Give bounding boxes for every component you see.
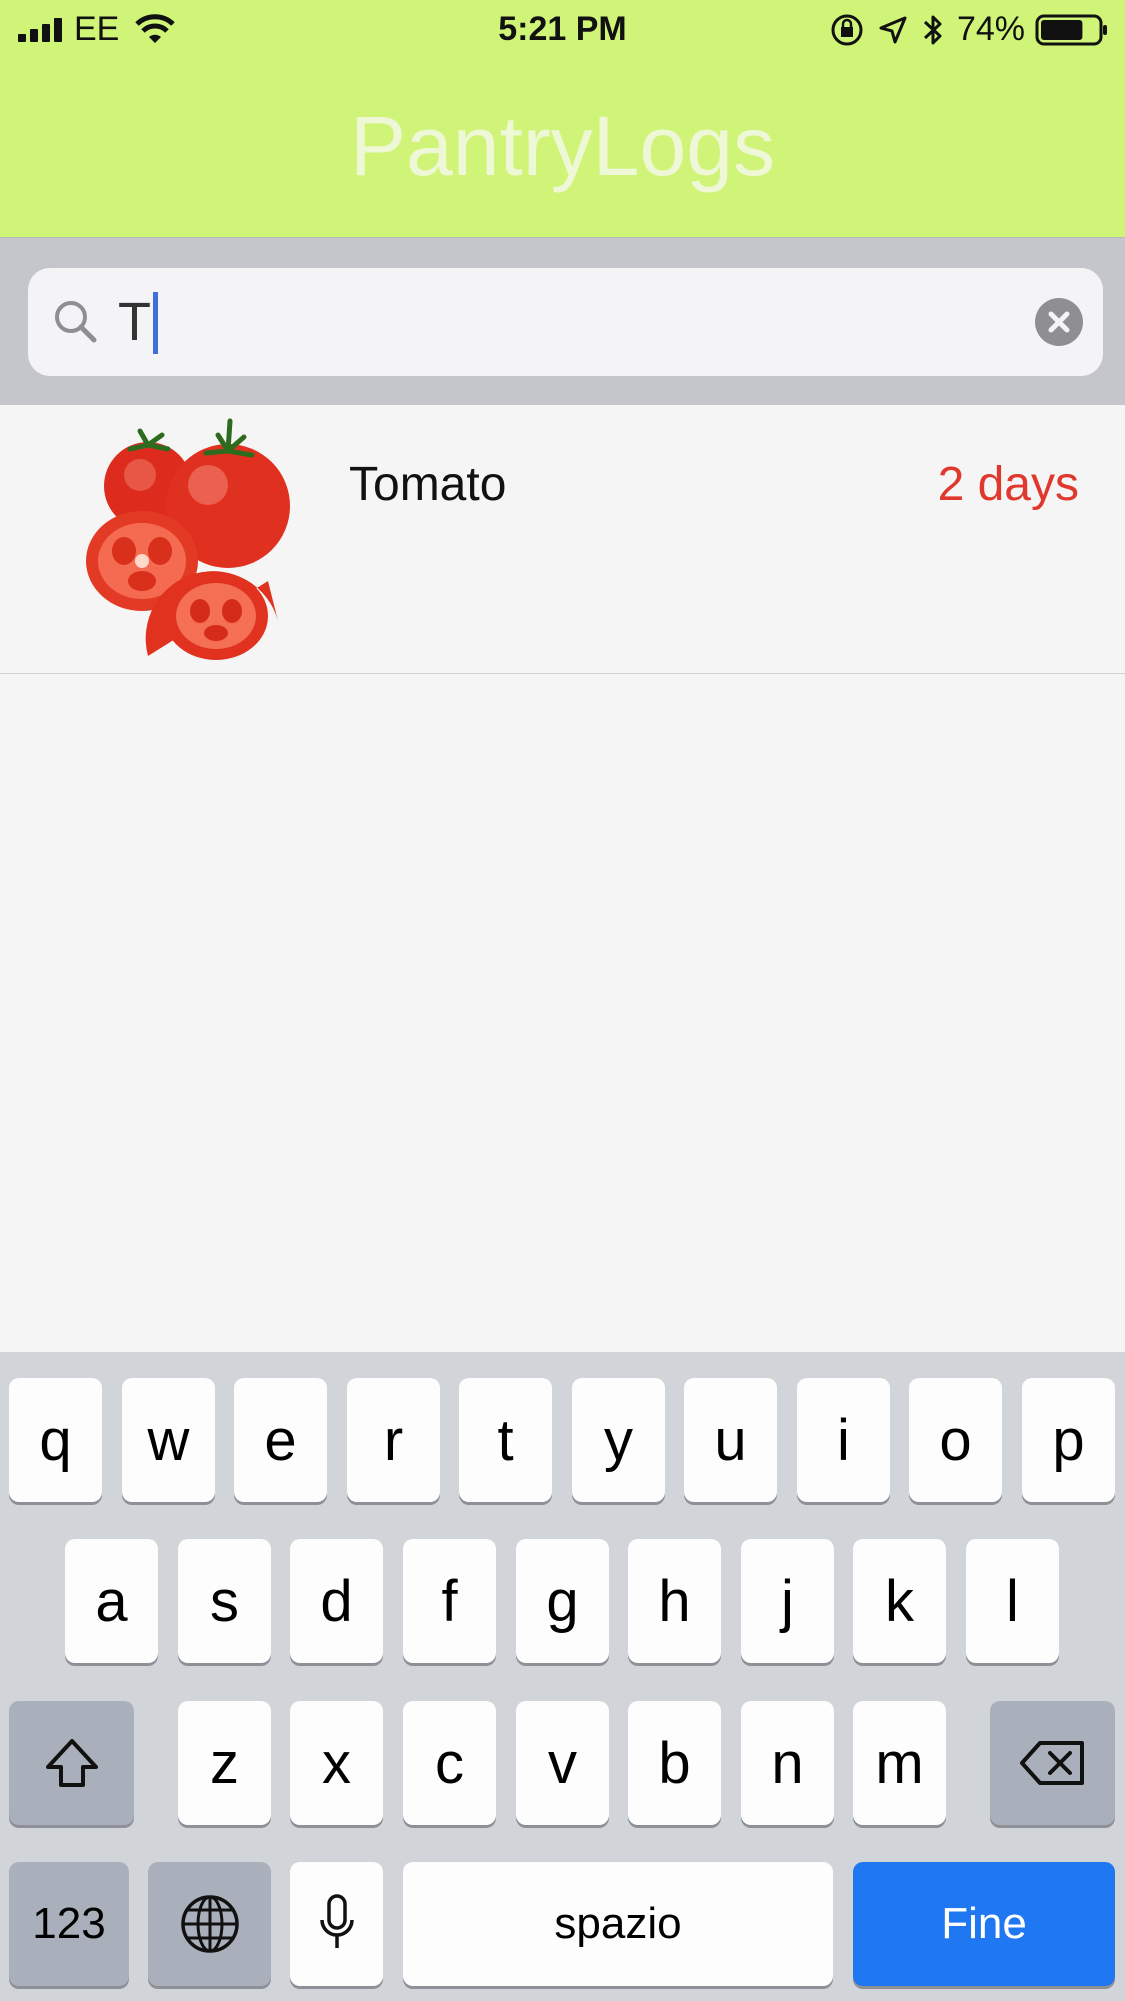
key-w[interactable]: w xyxy=(122,1378,215,1502)
search-input[interactable]: T xyxy=(28,268,1103,376)
bluetooth-icon xyxy=(923,15,942,44)
key-o[interactable]: o xyxy=(909,1378,1002,1502)
search-value: T xyxy=(118,292,151,352)
return-key[interactable]: Fine xyxy=(853,1862,1115,1986)
search-bar-container: T xyxy=(0,237,1125,405)
key-m[interactable]: m xyxy=(853,1701,946,1825)
key-u[interactable]: u xyxy=(684,1378,777,1502)
key-s[interactable]: s xyxy=(178,1539,271,1663)
key-t[interactable]: t xyxy=(459,1378,552,1502)
globe-key[interactable] xyxy=(148,1862,271,1986)
key-p[interactable]: p xyxy=(1022,1378,1115,1502)
key-n[interactable]: n xyxy=(741,1701,834,1825)
app-header: EE 5:21 PM 74% PantryLogs xyxy=(0,0,1125,237)
key-k[interactable]: k xyxy=(853,1539,946,1663)
orientation-lock-icon xyxy=(831,14,863,45)
tomato-image xyxy=(86,418,290,660)
key-a[interactable]: a xyxy=(65,1539,158,1663)
status-right: 74% xyxy=(829,10,1109,49)
list-item[interactable]: Tomato 2 days xyxy=(0,405,1125,674)
key-j[interactable]: j xyxy=(741,1539,834,1663)
dictation-key[interactable] xyxy=(290,1862,383,1986)
key-v[interactable]: v xyxy=(516,1701,609,1825)
key-y[interactable]: y xyxy=(572,1378,665,1502)
item-expiry: 2 days xyxy=(937,458,1079,511)
text-caret xyxy=(153,292,158,354)
battery-icon xyxy=(1035,14,1107,45)
keyboard: q w e r t y u i o p a s d f g h j k l z … xyxy=(0,1352,1125,2001)
key-r[interactable]: r xyxy=(347,1378,440,1502)
app-title: PantryLogs xyxy=(350,99,775,193)
numbers-key[interactable]: 123 xyxy=(9,1862,129,1986)
key-h[interactable]: h xyxy=(628,1539,721,1663)
key-l[interactable]: l xyxy=(966,1539,1059,1663)
shift-icon xyxy=(45,1739,98,1787)
shift-key[interactable] xyxy=(9,1701,134,1825)
close-icon xyxy=(1048,311,1070,333)
clear-search-button[interactable] xyxy=(1035,298,1083,346)
key-e[interactable]: e xyxy=(234,1378,327,1502)
key-x[interactable]: x xyxy=(290,1701,383,1825)
space-key[interactable]: spazio xyxy=(403,1862,833,1986)
key-b[interactable]: b xyxy=(628,1701,721,1825)
key-q[interactable]: q xyxy=(9,1378,102,1502)
backspace-key[interactable] xyxy=(990,1701,1115,1825)
location-icon xyxy=(879,16,907,43)
key-c[interactable]: c xyxy=(403,1701,496,1825)
key-d[interactable]: d xyxy=(290,1539,383,1663)
item-name: Tomato xyxy=(349,458,507,511)
key-f[interactable]: f xyxy=(403,1539,496,1663)
key-z[interactable]: z xyxy=(178,1701,271,1825)
microphone-icon xyxy=(319,1894,354,1948)
backspace-icon xyxy=(1019,1741,1084,1785)
search-text: T xyxy=(118,290,158,354)
globe-icon xyxy=(180,1895,239,1953)
status-bar: EE 5:21 PM 74% xyxy=(0,0,1125,62)
key-g[interactable]: g xyxy=(516,1539,609,1663)
key-i[interactable]: i xyxy=(797,1378,890,1502)
search-icon xyxy=(55,301,97,343)
battery-percent: 74% xyxy=(956,10,1025,48)
